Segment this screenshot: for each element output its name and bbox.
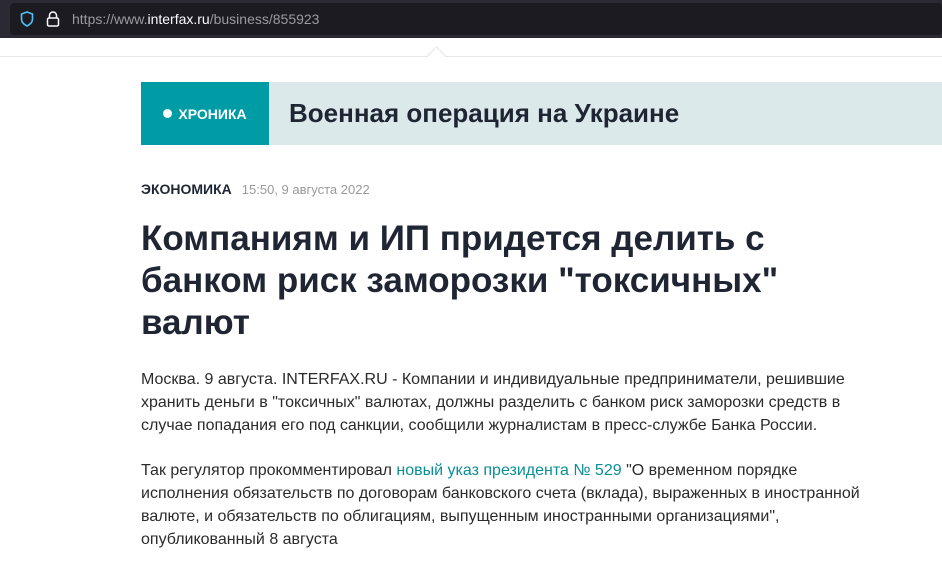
url-text[interactable]: https://www.interfax.ru/business/855923 xyxy=(72,11,319,27)
article-paragraph-2: Так регулятор прокомментировал новый ука… xyxy=(141,459,881,551)
chronicle-title[interactable]: Военная операция на Украине xyxy=(289,98,679,129)
lock-icon[interactable] xyxy=(46,11,60,27)
article-meta: ЭКОНОМИКА 15:50, 9 августа 2022 xyxy=(141,181,370,197)
article-date: 15:50, 9 августа 2022 xyxy=(241,182,370,197)
address-bar[interactable]: https://www.interfax.ru/business/855923 xyxy=(10,3,942,35)
article-headline: Компаниям и ИП придется делить с банком … xyxy=(141,219,779,342)
chronicle-banner[interactable]: ХРОНИКА Военная операция на Украине xyxy=(141,82,942,145)
shield-icon[interactable] xyxy=(20,11,34,27)
chronicle-badge[interactable]: ХРОНИКА xyxy=(141,82,269,145)
chronicle-label: ХРОНИКА xyxy=(178,105,247,122)
url-path: /business/855923 xyxy=(209,11,320,27)
header-divider xyxy=(0,56,942,57)
url-domain: interfax.ru xyxy=(147,11,210,27)
article-paragraph-1: Москва. 9 августа. INTERFAX.RU - Компани… xyxy=(141,371,845,434)
p2-text-before: Так регулятор прокомментировал xyxy=(141,462,397,479)
category-link[interactable]: ЭКОНОМИКА xyxy=(141,181,232,197)
dot-icon xyxy=(163,109,173,118)
browser-toolbar: https://www.interfax.ru/business/855923 xyxy=(0,0,942,38)
url-prefix: https://www. xyxy=(72,11,148,27)
dropdown-notch xyxy=(427,46,446,65)
decree-link[interactable]: новый указ президента № 529 xyxy=(396,462,621,479)
